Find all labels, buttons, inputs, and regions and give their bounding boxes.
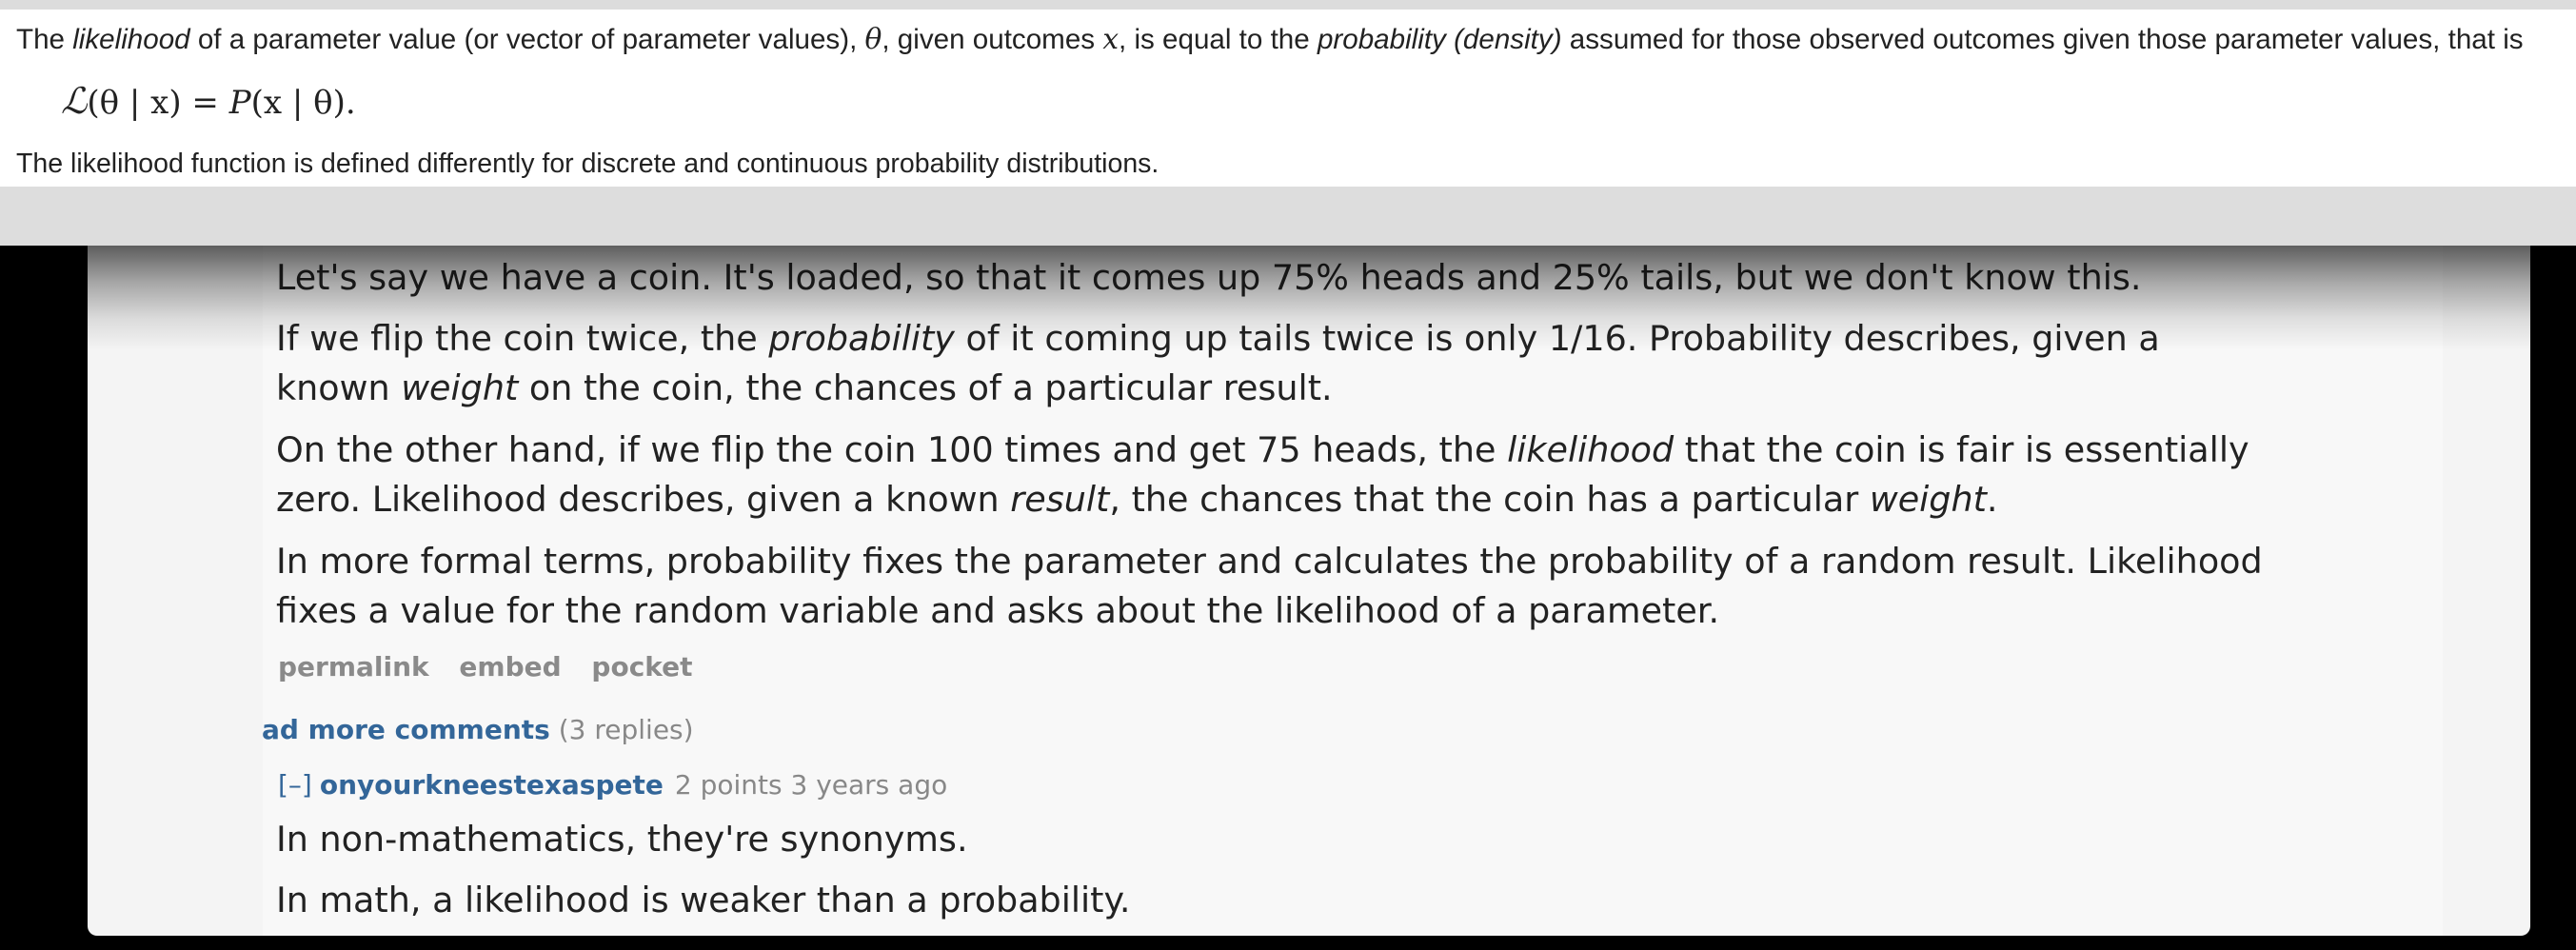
text: of it coming up tails twice is only 1/16…: [954, 318, 2160, 359]
comment-score-and-age: 2 points 3 years ago: [674, 769, 948, 801]
comment1-paragraph4-line1: In more formal terms, probability fixes …: [276, 541, 2263, 582]
comment2-header: [–] onyourkneestexaspete 2 points 3 years …: [278, 769, 947, 801]
formula-part: (θ | x) =: [87, 84, 229, 122]
formula-probability-symbol: P: [228, 84, 251, 122]
comment1-paragraph2-line1: If we flip the coin twice, the probabili…: [276, 314, 2160, 364]
text: The: [16, 24, 73, 55]
text: On the other hand, if we flip the coin 1…: [276, 429, 1508, 470]
comment1-paragraph2-line2: known weight on the coin, the chances of…: [276, 364, 1333, 413]
emphasis-weight: weight: [1869, 479, 1987, 520]
likelihood-formula: ℒ(θ | x) = P(x | θ).: [61, 80, 356, 122]
emphasis-probability: probability: [768, 318, 955, 359]
wiki-likelihood-definition: The likelihood of a parameter value (or …: [16, 23, 2524, 56]
text: on the coin, the chances of a particular…: [518, 367, 1333, 408]
formula-part: (x | θ).: [250, 84, 356, 122]
overlay-band: [0, 187, 2576, 246]
reply-count: (3 replies): [558, 714, 694, 745]
text: , is equal to the: [1119, 24, 1318, 55]
math-theta: θ: [864, 23, 882, 55]
emphasis-probability-density: probability (density): [1317, 24, 1562, 55]
comment1-paragraph3-line2: zero. Likelihood describes, given a know…: [276, 475, 1998, 524]
text: , the chances that the coin has a partic…: [1109, 479, 1870, 520]
load-more-comments-link[interactable]: ad more comments: [262, 714, 550, 745]
text: that the coin is fair is essentially: [1674, 429, 2249, 470]
text: If we flip the coin twice, the: [276, 318, 769, 359]
comment-author-link[interactable]: onyourkneestexaspete: [320, 769, 664, 801]
text: of a parameter value (or vector of param…: [189, 24, 865, 55]
comment1-paragraph3-line1: On the other hand, if we flip the coin 1…: [276, 426, 2249, 475]
text: , given outcomes: [882, 24, 1103, 55]
text: .: [1986, 479, 1998, 520]
comment1-paragraph1: Let's say we have a coin. It's loaded, s…: [276, 257, 2142, 298]
load-more-comments: ad more comments (3 replies): [262, 714, 694, 745]
pocket-link[interactable]: pocket: [591, 651, 692, 683]
permalink-link[interactable]: permalink: [278, 651, 429, 683]
comment1-action-links: permalink embed pocket: [278, 651, 714, 683]
screen: The likelihood of a parameter value (or …: [0, 0, 2576, 950]
emphasis-result: result: [1010, 479, 1110, 520]
math-x: x: [1102, 23, 1120, 55]
comment2-line1: In non-mathematics, they're synonyms.: [276, 819, 968, 860]
text: zero. Likelihood describes, given a know…: [276, 479, 1011, 520]
embed-link[interactable]: embed: [459, 651, 561, 683]
emphasis-likelihood: likelihood: [72, 24, 190, 55]
wiki-excerpt-panel: The likelihood of a parameter value (or …: [0, 0, 2576, 187]
emphasis-weight: weight: [401, 367, 519, 408]
text: known: [276, 367, 402, 408]
formula-likelihood-symbol: ℒ: [61, 80, 88, 122]
comment2-line2: In math, a likelihood is weaker than a p…: [276, 880, 1131, 920]
collapse-toggle[interactable]: [–]: [278, 769, 312, 801]
wiki-likelihood-note: The likelihood function is defined diffe…: [16, 148, 1159, 179]
text: assumed for those observed outcomes give…: [1561, 24, 2524, 55]
emphasis-likelihood: likelihood: [1507, 429, 1674, 470]
comment1-paragraph4-line2: fixes a value for the random variable an…: [276, 590, 1720, 631]
